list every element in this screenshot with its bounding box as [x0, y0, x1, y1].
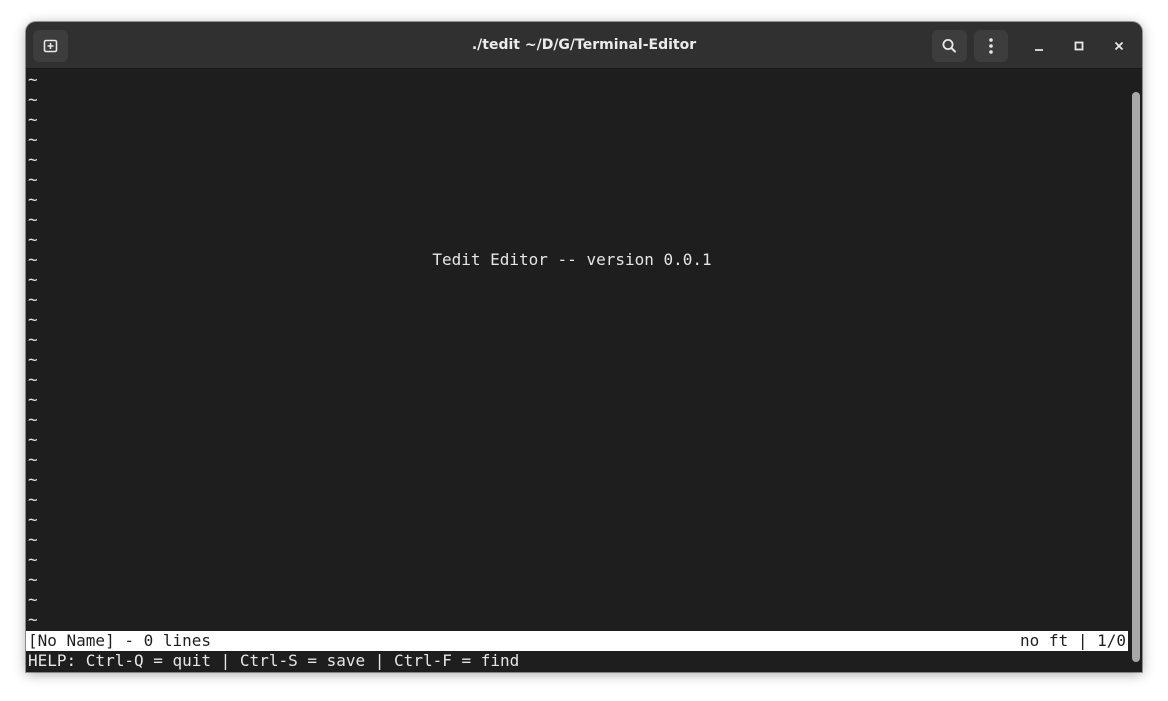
- empty-line-marker: ~: [28, 130, 38, 149]
- kebab-menu-icon: [989, 38, 993, 54]
- empty-line-marker: ~: [28, 290, 38, 309]
- empty-line-marker: ~: [28, 370, 38, 389]
- empty-line-marker: ~: [28, 210, 38, 229]
- empty-line-marker: ~: [28, 550, 38, 569]
- empty-line-marker: ~: [28, 570, 38, 589]
- empty-line-marker: ~: [28, 410, 38, 429]
- welcome-message: Tedit Editor -- version 0.0.1: [432, 250, 712, 269]
- terminal-area[interactable]: ~ ~ ~ ~ ~ ~ ~ ~ ~ ~ ~ ~ ~ ~ ~ ~ ~ ~ ~ ~ …: [26, 70, 1128, 672]
- empty-line-marker: ~: [28, 610, 38, 629]
- empty-line-marker: ~: [28, 110, 38, 129]
- search-icon: [942, 38, 956, 53]
- status-position: no ft | 1/0: [1020, 631, 1126, 650]
- empty-line-marker: ~: [28, 490, 38, 509]
- empty-line-marker: ~: [28, 430, 38, 449]
- minimize-icon: [1035, 49, 1043, 51]
- help-message: HELP: Ctrl-Q = quit | Ctrl-S = save | Ct…: [28, 651, 520, 670]
- search-button[interactable]: [932, 30, 967, 62]
- menu-button[interactable]: [974, 30, 1008, 62]
- empty-line-marker: ~: [28, 90, 38, 109]
- empty-line-marker: ~: [28, 450, 38, 469]
- empty-line-marker: ~: [28, 390, 38, 409]
- scrollbar-thumb[interactable]: [1132, 92, 1140, 662]
- empty-line-marker: ~: [28, 270, 38, 289]
- empty-line-marker: ~: [28, 70, 38, 89]
- empty-line-marker: ~: [28, 590, 38, 609]
- empty-line-marker: ~: [28, 310, 38, 329]
- new-tab-button[interactable]: [33, 30, 68, 62]
- empty-line-marker: ~: [28, 330, 38, 349]
- headerbar: ./tedit ~/D/G/Terminal-Editor: [26, 22, 1142, 69]
- empty-line-marker: ~: [28, 170, 38, 189]
- window-title: ./tedit ~/D/G/Terminal-Editor: [471, 37, 697, 53]
- minimize-button[interactable]: [1027, 34, 1051, 58]
- empty-line-marker: ~: [28, 470, 38, 489]
- empty-line-marker: ~: [28, 350, 38, 369]
- scrollbar[interactable]: [1128, 70, 1142, 672]
- empty-line-marker: ~: [28, 530, 38, 549]
- status-bar: [No Name] - 0 lines no ft | 1/0: [26, 631, 1128, 651]
- maximize-button[interactable]: [1067, 34, 1091, 58]
- empty-line-marker: ~: [28, 230, 38, 249]
- empty-line-marker: ~: [28, 150, 38, 169]
- new-tab-icon: [43, 39, 58, 53]
- close-icon: [1114, 41, 1124, 51]
- close-button[interactable]: [1107, 34, 1131, 58]
- empty-line-marker: ~: [28, 190, 38, 209]
- empty-line-marker: ~: [28, 510, 38, 529]
- status-filename: [No Name] - 0 lines: [28, 631, 212, 650]
- terminal-window: ./tedit ~/D/G/Terminal-Editor ~ ~ ~ ~ ~ …: [26, 22, 1142, 672]
- maximize-icon: [1074, 41, 1084, 51]
